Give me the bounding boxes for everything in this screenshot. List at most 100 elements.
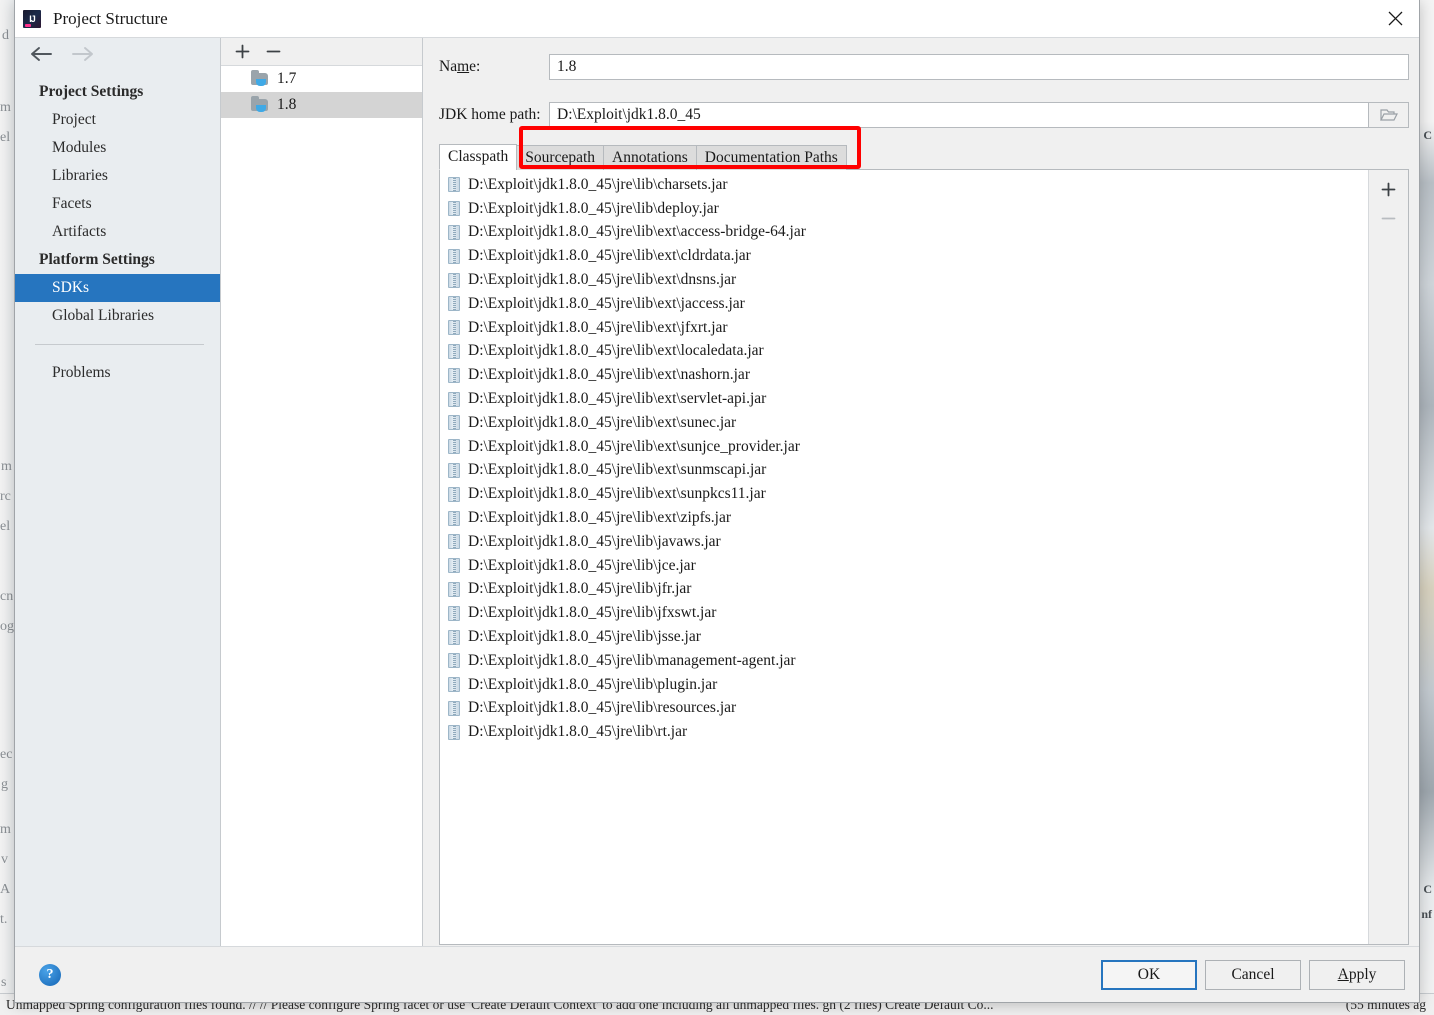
help-icon[interactable]: ?	[39, 963, 61, 986]
sdk-list-toolbar	[221, 38, 422, 66]
classpath-entry[interactable]: D:\Exploit\jdk1.8.0_45\jre\lib\ext\nasho…	[440, 363, 1368, 387]
classpath-entry-path: D:\Exploit\jdk1.8.0_45\jre\lib\ext\sunms…	[468, 461, 767, 479]
sidebar-item-facets[interactable]: Facets	[15, 190, 220, 218]
classpath-area: D:\Exploit\jdk1.8.0_45\jre\lib\charsets.…	[439, 169, 1409, 945]
plus-icon[interactable]	[1381, 182, 1396, 197]
classpath-entry[interactable]: D:\Exploit\jdk1.8.0_45\jre\lib\rt.jar	[440, 720, 1368, 744]
background-text-fragment: g	[1, 777, 8, 792]
classpath-entry-path: D:\Exploit\jdk1.8.0_45\jre\lib\ext\cldrd…	[468, 247, 751, 265]
sidebar-item-artifacts[interactable]: Artifacts	[15, 218, 220, 246]
classpath-entry[interactable]: D:\Exploit\jdk1.8.0_45\jre\lib\resources…	[440, 697, 1368, 721]
tab-documentation-paths[interactable]: Documentation Paths	[695, 145, 847, 170]
jar-file-icon	[448, 724, 460, 740]
classpath-entry-path: D:\Exploit\jdk1.8.0_45\jre\lib\rt.jar	[468, 723, 688, 741]
classpath-entry-path: D:\Exploit\jdk1.8.0_45\jre\lib\jfxswt.ja…	[468, 604, 717, 622]
classpath-entry[interactable]: D:\Exploit\jdk1.8.0_45\jre\lib\ext\sunec…	[440, 411, 1368, 435]
classpath-entry[interactable]: D:\Exploit\jdk1.8.0_45\jre\lib\ext\zipfs…	[440, 506, 1368, 530]
dialog-title-bar: Project Structure	[15, 0, 1419, 37]
classpath-entry[interactable]: D:\Exploit\jdk1.8.0_45\jre\lib\ext\servl…	[440, 387, 1368, 411]
dialog-footer: ? OK Cancel Apply	[15, 946, 1419, 1002]
jar-file-icon	[448, 558, 460, 574]
classpath-entry[interactable]: D:\Exploit\jdk1.8.0_45\jre\lib\ext\sunjc…	[440, 435, 1368, 459]
background-text-fragment: t.	[0, 912, 8, 927]
plus-icon[interactable]	[235, 44, 250, 59]
dialog-title: Project Structure	[53, 8, 168, 28]
folder-open-icon[interactable]	[1369, 102, 1409, 128]
jar-file-icon	[448, 343, 460, 359]
background-text-fragment: m	[0, 100, 11, 115]
jar-file-icon	[448, 415, 460, 431]
minus-icon[interactable]	[266, 44, 281, 59]
classpath-entry[interactable]: D:\Exploit\jdk1.8.0_45\jre\lib\ext\cldrd…	[440, 244, 1368, 268]
classpath-entry[interactable]: D:\Exploit\jdk1.8.0_45\jre\lib\ext\dnsns…	[440, 268, 1368, 292]
classpath-list[interactable]: D:\Exploit\jdk1.8.0_45\jre\lib\charsets.…	[440, 170, 1368, 944]
background-text-fragment: el	[0, 130, 11, 145]
classpath-entry-path: D:\Exploit\jdk1.8.0_45\jre\lib\deploy.ja…	[468, 199, 719, 217]
classpath-entry[interactable]: D:\Exploit\jdk1.8.0_45\jre\lib\managemen…	[440, 649, 1368, 673]
classpath-entry[interactable]: D:\Exploit\jdk1.8.0_45\jre\lib\plugin.ja…	[440, 673, 1368, 697]
minus-icon[interactable]	[1381, 211, 1396, 226]
background-text-fragment: nf	[1421, 907, 1432, 921]
jar-file-icon	[448, 391, 460, 407]
tab-annotations[interactable]: Annotations	[603, 145, 697, 170]
classpath-entry[interactable]: D:\Exploit\jdk1.8.0_45\jre\lib\javaws.ja…	[440, 530, 1368, 554]
classpath-entry[interactable]: D:\Exploit\jdk1.8.0_45\jre\lib\charsets.…	[440, 173, 1368, 197]
close-icon[interactable]	[1371, 0, 1419, 37]
background-text-fragment: C	[1423, 882, 1432, 896]
navigation-toolbar	[15, 38, 220, 70]
classpath-entry-path: D:\Exploit\jdk1.8.0_45\jre\lib\plugin.ja…	[468, 675, 718, 693]
classpath-entry-path: D:\Exploit\jdk1.8.0_45\jre\lib\charsets.…	[468, 175, 728, 193]
classpath-entry-path: D:\Exploit\jdk1.8.0_45\jre\lib\ext\jacce…	[468, 294, 745, 312]
sdk-name-input[interactable]: 1.8	[549, 54, 1409, 80]
classpath-entry[interactable]: D:\Exploit\jdk1.8.0_45\jre\lib\jfr.jar	[440, 578, 1368, 602]
intellij-idea-icon	[23, 9, 41, 28]
background-text-fragment: rc	[0, 489, 11, 504]
jar-file-icon	[448, 201, 460, 217]
sdk-list-item[interactable]: 1.8	[221, 92, 422, 118]
classpath-entry[interactable]: D:\Exploit\jdk1.8.0_45\jre\lib\ext\jfxrt…	[440, 316, 1368, 340]
classpath-entry[interactable]: D:\Exploit\jdk1.8.0_45\jre\lib\jsse.jar	[440, 625, 1368, 649]
sdk-list-item[interactable]: 1.7	[221, 66, 422, 92]
classpath-entry[interactable]: D:\Exploit\jdk1.8.0_45\jre\lib\deploy.ja…	[440, 197, 1368, 221]
background-text-fragment: og	[0, 619, 14, 634]
sdk-detail-pane: Name: 1.8 JDK home path: D:\Exploit\jdk1…	[423, 38, 1419, 946]
cancel-button[interactable]: Cancel	[1205, 959, 1301, 990]
ide-right-minimap	[1420, 0, 1434, 1015]
sdk-name-row: Name: 1.8	[439, 52, 1409, 82]
classpath-entry[interactable]: D:\Exploit\jdk1.8.0_45\jre\lib\jce.jar	[440, 554, 1368, 578]
nav-group-project-settings: Project Settings	[39, 83, 144, 100]
classpath-entry[interactable]: D:\Exploit\jdk1.8.0_45\jre\lib\ext\acces…	[440, 221, 1368, 245]
jar-file-icon	[448, 248, 460, 264]
arrow-right-icon[interactable]	[71, 46, 95, 62]
sidebar-item-modules[interactable]: Modules	[15, 134, 220, 162]
sidebar-item-sdks[interactable]: SDKs	[15, 274, 220, 302]
apply-button[interactable]: Apply	[1309, 959, 1405, 990]
nav-group-platform-settings: Platform Settings	[39, 251, 155, 268]
jdk-home-path-row: JDK home path: D:\Exploit\jdk1.8.0_45	[439, 100, 1409, 130]
sidebar-item-project[interactable]: Project	[15, 106, 220, 134]
ok-button[interactable]: OK	[1101, 959, 1197, 990]
tab-sourcepath[interactable]: Sourcepath	[516, 145, 605, 170]
jar-file-icon	[448, 320, 460, 336]
classpath-entry[interactable]: D:\Exploit\jdk1.8.0_45\jre\lib\ext\sunms…	[440, 459, 1368, 483]
classpath-entry[interactable]: D:\Exploit\jdk1.8.0_45\jre\lib\ext\jacce…	[440, 292, 1368, 316]
classpath-entry[interactable]: D:\Exploit\jdk1.8.0_45\jre\lib\jfxswt.ja…	[440, 601, 1368, 625]
jar-file-icon	[448, 605, 460, 621]
classpath-entry-path: D:\Exploit\jdk1.8.0_45\jre\lib\ext\sunec…	[468, 413, 737, 431]
classpath-entry-path: D:\Exploit\jdk1.8.0_45\jre\lib\resources…	[468, 699, 737, 717]
sidebar-item-libraries[interactable]: Libraries	[15, 162, 220, 190]
classpath-entry-path: D:\Exploit\jdk1.8.0_45\jre\lib\ext\local…	[468, 342, 764, 360]
jdk-home-path-field[interactable]: D:\Exploit\jdk1.8.0_45	[549, 102, 1369, 128]
classpath-entry-path: D:\Exploit\jdk1.8.0_45\jre\lib\jce.jar	[468, 556, 696, 574]
sidebar-item-global-libraries[interactable]: Global Libraries	[15, 302, 220, 330]
jar-file-icon	[448, 296, 460, 312]
classpath-entry[interactable]: D:\Exploit\jdk1.8.0_45\jre\lib\ext\local…	[440, 340, 1368, 364]
tab-classpath[interactable]: Classpath	[439, 144, 518, 170]
background-text-fragment: el	[0, 519, 11, 534]
sidebar-item-problems[interactable]: Problems	[15, 359, 220, 387]
background-text-fragment: A	[0, 882, 11, 897]
sdk-list-pane: 1.7 1.8	[221, 38, 423, 946]
sdk-detail-tabs: Classpath Sourcepath Annotations Documentat…	[439, 144, 1409, 170]
arrow-left-icon[interactable]	[29, 46, 53, 62]
classpath-entry[interactable]: D:\Exploit\jdk1.8.0_45\jre\lib\ext\sunpk…	[440, 482, 1368, 506]
